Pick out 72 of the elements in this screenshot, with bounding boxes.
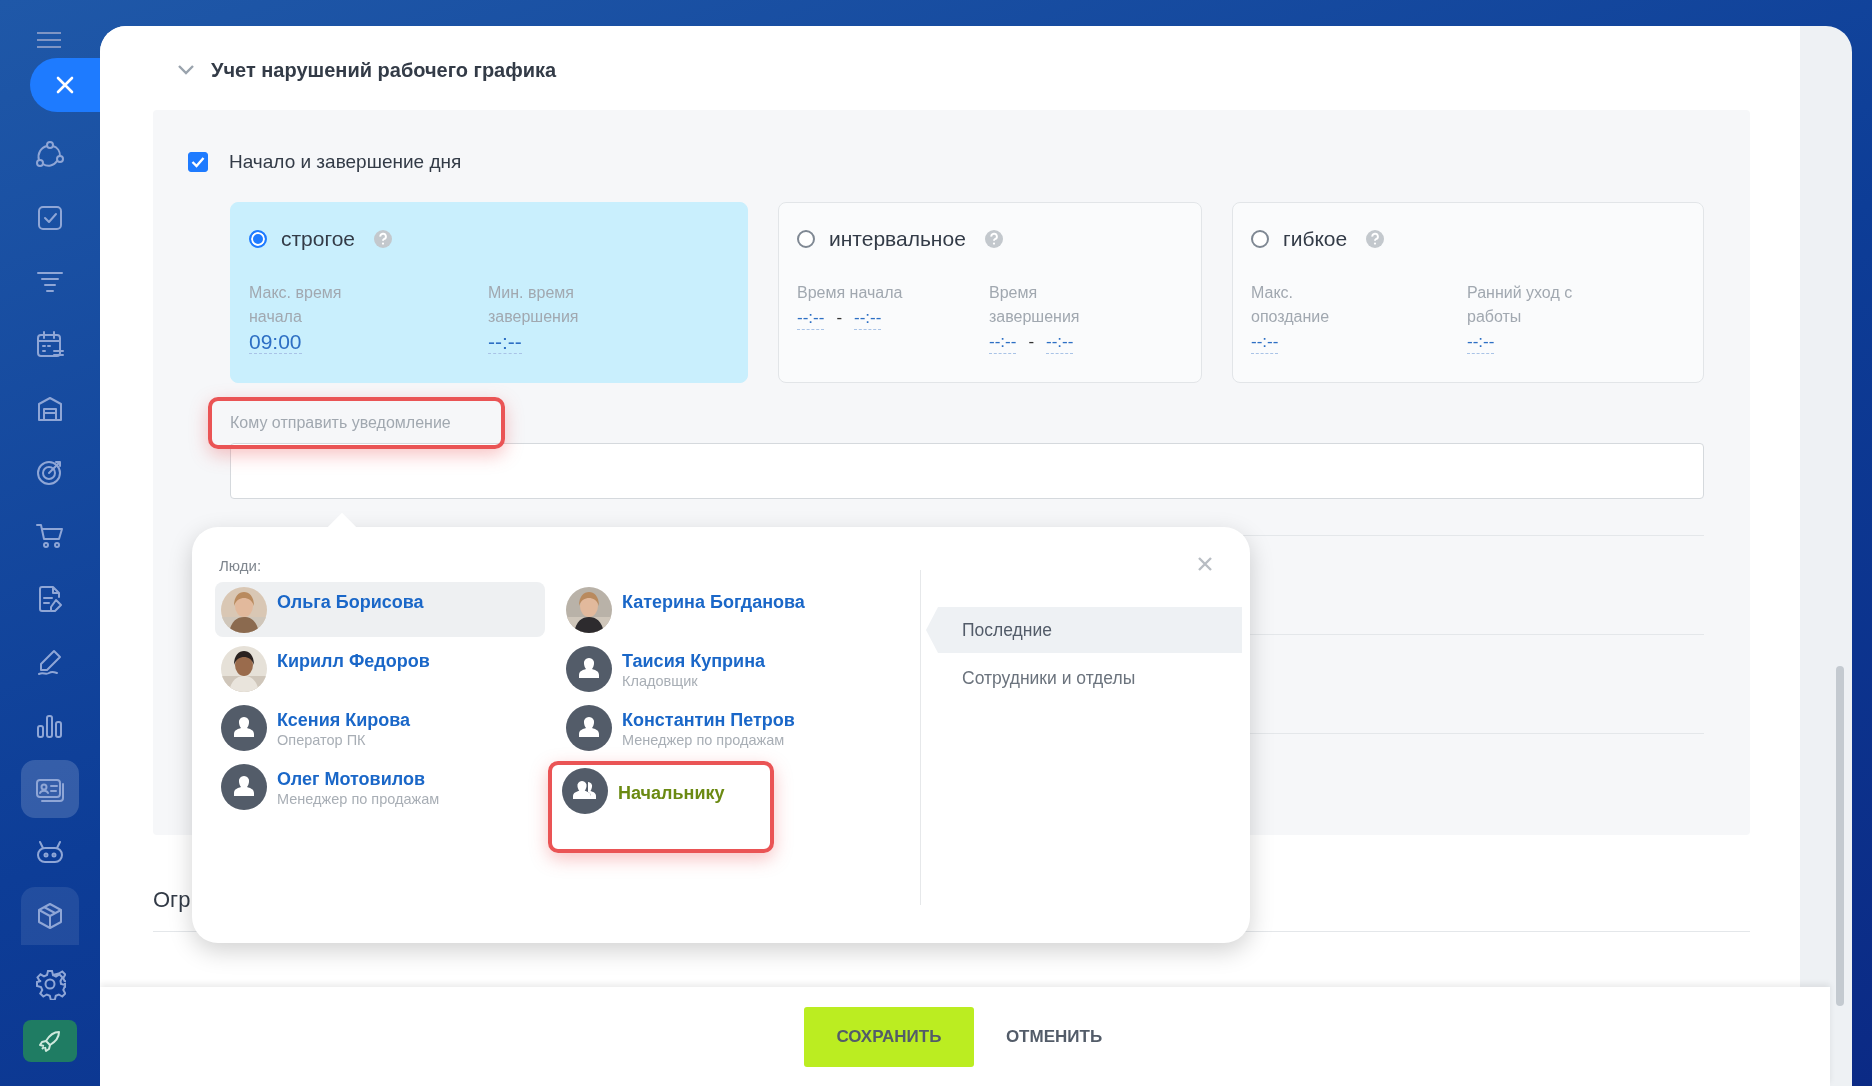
group-avatar-icon [562,768,608,814]
time-field[interactable]: --:-- [797,307,825,330]
section-title: Учет нарушений рабочего графика [211,58,557,82]
sidebar-item[interactable] [21,759,79,818]
person-name: Константин Петров [622,709,795,731]
person-item[interactable]: Ксения Кирова Оператор ПК [215,700,545,755]
mode-label: интервальное [829,227,966,251]
radio-button[interactable] [797,230,815,248]
mode-label: гибкое [1283,227,1348,251]
group-label: Люди: [218,557,263,574]
field-label: Мин. время завершения [488,283,580,327]
mode-card[interactable]: гибкое Макс. опоздание --:-- Ранний уход с работы --:-- [1232,202,1704,383]
mode-card[interactable]: строгое Макс. время начала 09:00 Мин. время завершения --:-- [230,202,748,383]
person-name: Ольга Борисова [277,591,424,613]
person-item[interactable]: Таисия Куприна Кладовщик [560,641,890,696]
time-field[interactable]: --:-- [1046,331,1074,354]
field-label: Время завершения [989,283,1081,327]
time-field[interactable]: --:-- [1467,331,1495,354]
field-label: Макс. опоздание [1251,283,1331,327]
time-field[interactable]: --:-- [989,331,1017,354]
person-name: Кирилл Федоров [277,650,430,672]
close-icon [54,74,76,96]
popup-tab[interactable]: Сотрудники и отделы [926,655,1242,701]
sidebar-item[interactable] [21,886,79,945]
rocket-icon [37,1028,63,1055]
person-item[interactable]: Кирилл Федоров [215,641,545,696]
mode-label: строгое [281,227,356,251]
radio-button[interactable] [249,230,267,248]
chevron-icon[interactable] [177,64,195,76]
person-position: Менеджер по продажам [277,790,440,808]
save-button[interactable]: СОХРАНИТЬ [803,1006,974,1067]
field-label: Время начала [797,283,904,303]
section-title: Огр [153,887,192,914]
range-separator: - [836,308,843,328]
person-name: Ксения Кирова [277,709,411,731]
checkbox[interactable] [188,152,208,172]
person-position: Оператор ПК [277,731,367,749]
range-separator: - [1028,332,1035,352]
radio-button[interactable] [1251,230,1269,248]
field-label: Ранний уход с работы [1467,283,1574,327]
person-name: Таисия Куприна [622,650,765,672]
rocket-button[interactable] [23,1020,77,1063]
close-button[interactable] [30,58,100,112]
user-avatar-icon [221,764,267,810]
person-position: Менеджер по продажам [622,731,786,749]
time-field[interactable]: --:-- [488,331,522,354]
user-avatar-icon [566,646,612,692]
close-icon[interactable] [1197,556,1213,572]
field-label: Макс. время начала [249,283,343,327]
person-item[interactable]: Катерина Богданова [560,582,890,637]
settings-icon[interactable] [34,968,66,1001]
mode-card[interactable]: интервальное Время начала --:-- - --:-- Время завершения --:-- - --:-- [778,202,1202,383]
time-field[interactable]: --:-- [1251,331,1279,354]
user-avatar-icon [221,705,267,751]
person-item[interactable]: Начальнику [548,761,774,853]
person-item[interactable]: Ольга Борисова [215,582,545,637]
menu-icon[interactable] [36,31,62,49]
user-avatar-icon [566,705,612,751]
person-name: Начальнику [618,782,725,804]
checkbox-label: Начало и завершение дня [229,151,462,173]
person-item[interactable]: Константин Петров Менеджер по продажам [560,700,890,755]
person-name: Катерина Богданова [622,591,805,613]
field-label: Кому отправить уведомление [208,397,505,449]
person-name: Олег Мотовилов [277,768,426,790]
person-item[interactable]: Олег Мотовилов Менеджер по продажам [215,759,545,814]
person-position: Кладовщик [622,672,699,690]
recipient-field[interactable] [230,443,1704,499]
popup-tab[interactable]: Последние [926,607,1242,653]
cancel-button[interactable]: ОТМЕНИТЬ [999,1025,1109,1048]
scrollbar[interactable] [1836,666,1844,1006]
time-field[interactable]: --:-- [854,307,882,330]
time-field[interactable]: 09:00 [249,331,302,354]
